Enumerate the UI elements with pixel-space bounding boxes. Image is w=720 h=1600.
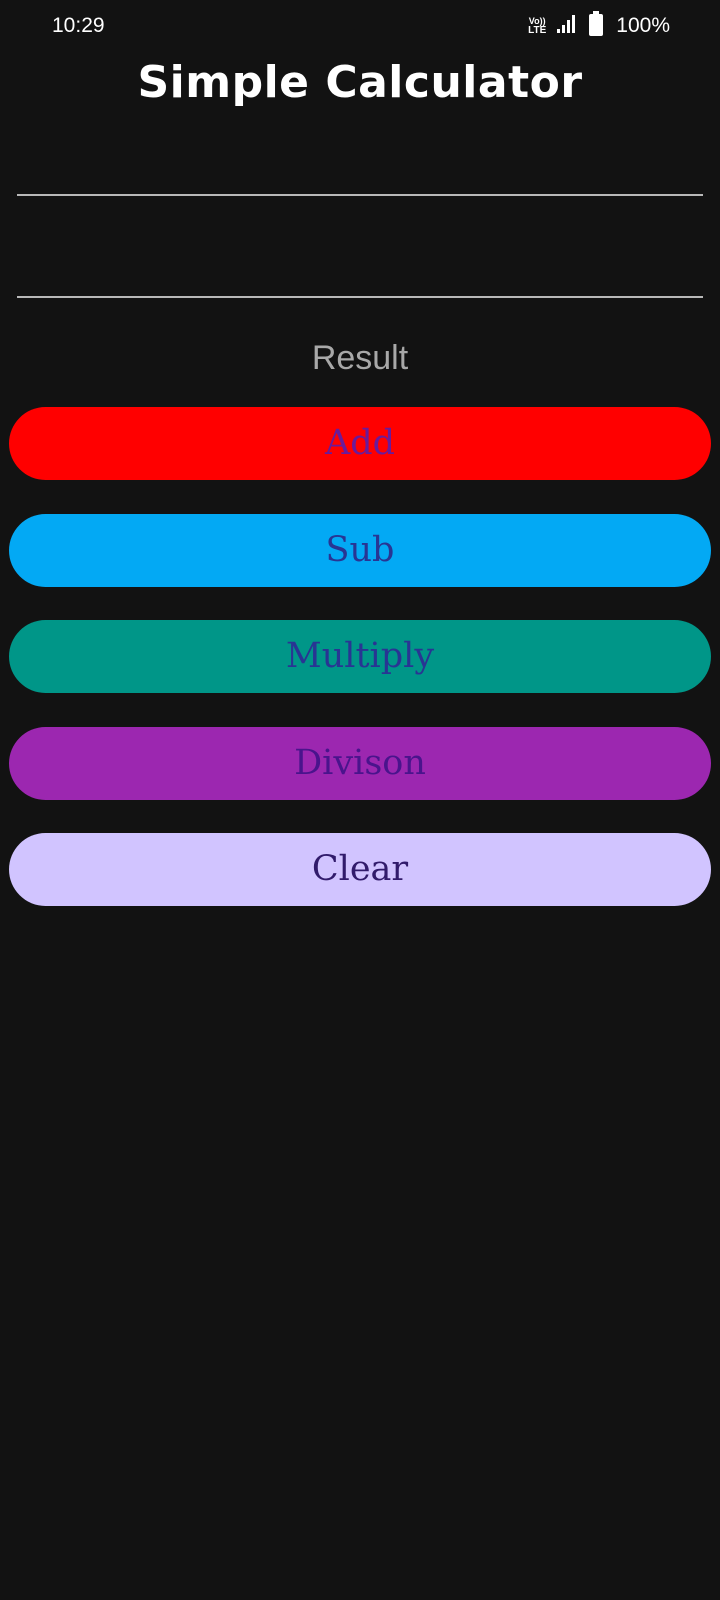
result-label: Result [311, 339, 409, 377]
add-button[interactable]: Add [9, 407, 711, 480]
app-title: Simple Calculator [137, 57, 583, 108]
status-time: 10:29 [52, 14, 105, 37]
multiply-button[interactable]: Multiply [9, 620, 711, 693]
volte-icon: Vo)) LTE [528, 16, 546, 36]
volte-icon-bottom: LTE [528, 25, 547, 36]
signal-icon [556, 14, 578, 39]
first-number-input[interactable] [17, 134, 703, 196]
second-number-input[interactable] [17, 236, 703, 298]
battery-icon [588, 10, 604, 42]
division-button[interactable]: Divison [9, 727, 711, 800]
status-bar: 10:29 Vo)) LTE 100% [0, 0, 720, 52]
clear-button[interactable]: Clear [9, 833, 711, 906]
status-icons: Vo)) LTE 100% [528, 10, 670, 42]
subtract-button[interactable]: Sub [9, 514, 711, 587]
battery-percentage: 100% [616, 14, 670, 37]
